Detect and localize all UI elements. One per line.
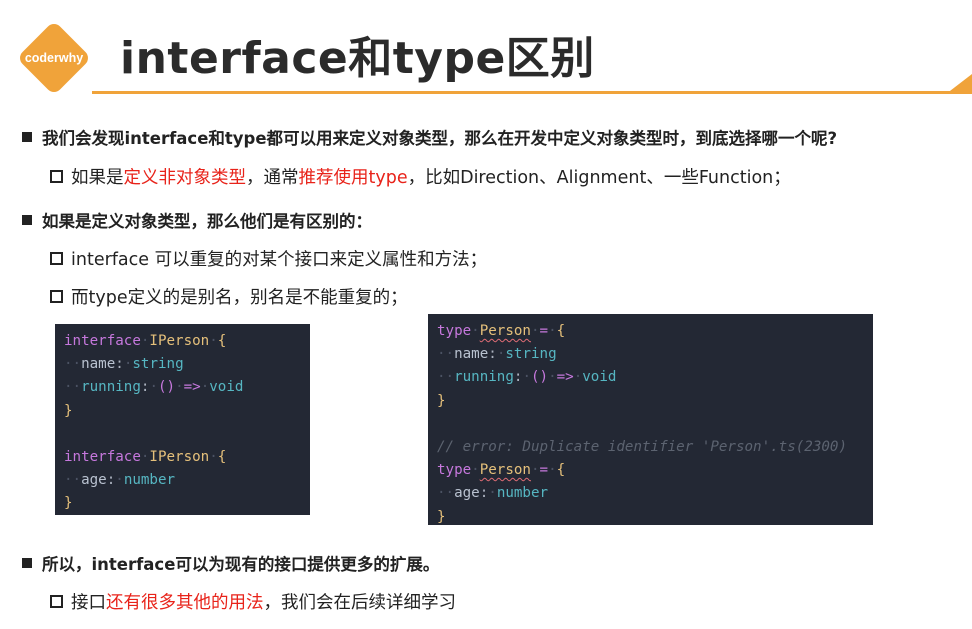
square-bullet-icon bbox=[22, 558, 32, 568]
hollow-square-bullet-icon bbox=[50, 170, 63, 183]
code-block-type: type·Person·=·{ ··name:·string ··running… bbox=[428, 314, 873, 525]
highlight-non-object: 定义非对象类型 bbox=[123, 168, 247, 188]
code-type-name: Person bbox=[479, 323, 531, 339]
subbullet-non-object-mid: ，通常 bbox=[246, 168, 299, 188]
code-line: } bbox=[64, 495, 73, 512]
title-divider bbox=[92, 91, 972, 94]
subbullet-more-usage-post: ，我们会在后续详细学习 bbox=[263, 593, 457, 613]
code-line: } bbox=[437, 508, 446, 525]
subbullet-interface-repeat-text: interface 可以重复的对某个接口来定义属性和方法； bbox=[71, 250, 488, 270]
code-keyword: interface bbox=[64, 333, 141, 349]
code-prop: running bbox=[81, 379, 141, 396]
code-line: type·Person·=·{ bbox=[437, 462, 566, 479]
code-type-name: IPerson bbox=[149, 333, 210, 349]
code-line: ··running:·()·=>·void bbox=[437, 369, 617, 386]
subbullet-non-object-pre: 如果是 bbox=[71, 168, 124, 188]
bullet-conclusion-text: 所以，interface可以为现有的接口提供更多的扩展。 bbox=[42, 555, 440, 574]
code-prop: name bbox=[81, 356, 116, 373]
code-line: ··age:·number bbox=[64, 472, 176, 489]
subbullet-non-object-post: ，比如Direction、Alignment、一些Function； bbox=[407, 168, 791, 188]
subbullet-more-usage: 接口 还有很多其他的用法 ，我们会在后续详细学习 bbox=[50, 589, 456, 614]
hollow-square-bullet-icon bbox=[50, 595, 63, 608]
subbullet-non-object: 如果是 定义非对象类型 ，通常 推荐使用type ，比如Direction、Al… bbox=[50, 164, 791, 189]
code-line: } bbox=[64, 402, 73, 419]
code-line: interface·IPerson·{ bbox=[64, 333, 227, 349]
bullet-object-difference: 如果是定义对象类型，那么他们是有区别的： bbox=[22, 208, 372, 232]
highlight-recommend-type: 推荐使用type bbox=[298, 168, 408, 188]
subbullet-type-alias: 而type定义的是别名，别名是不能重复的； bbox=[50, 284, 408, 309]
code-block-interface: interface·IPerson·{ ··name:·string ··run… bbox=[55, 324, 310, 515]
code-line: type·Person·=·{ bbox=[437, 323, 566, 339]
code-brace: { bbox=[217, 333, 227, 349]
hollow-square-bullet-icon bbox=[50, 252, 63, 265]
code-line: ··age:·number bbox=[437, 485, 549, 502]
code-line: // error: Duplicate identifier 'Person'.… bbox=[428, 436, 873, 459]
hollow-square-bullet-icon bbox=[50, 290, 63, 303]
bullet-conclusion: 所以，interface可以为现有的接口提供更多的扩展。 bbox=[22, 551, 439, 575]
code-line: ··running:·()·=>·void bbox=[64, 379, 244, 396]
code-primitive: string bbox=[132, 356, 184, 373]
code-line: ··name:·string bbox=[64, 356, 184, 373]
coderwhy-logo: coderwhy bbox=[12, 16, 96, 100]
code-comment: // error: Duplicate identifier 'Person'.… bbox=[437, 438, 847, 455]
code-line: ··name:·string bbox=[437, 346, 557, 363]
square-bullet-icon bbox=[22, 132, 32, 142]
bullet-question-text: 我们会发现interface和type都可以用来定义对象类型，那么在开发中定义对… bbox=[42, 129, 838, 148]
subbullet-interface-repeat: interface 可以重复的对某个接口来定义属性和方法； bbox=[50, 246, 487, 271]
square-bullet-icon bbox=[22, 215, 32, 225]
code-keyword: type bbox=[437, 323, 472, 339]
bullet-object-difference-text: 如果是定义对象类型，那么他们是有区别的： bbox=[42, 212, 372, 231]
code-line: } bbox=[437, 392, 446, 409]
corner-triangle-decoration bbox=[946, 74, 972, 94]
subbullet-type-alias-text: 而type定义的是别名，别名是不能重复的； bbox=[71, 288, 408, 308]
bullet-question: 我们会发现interface和type都可以用来定义对象类型，那么在开发中定义对… bbox=[22, 125, 837, 149]
highlight-more-usage: 还有很多其他的用法 bbox=[106, 593, 264, 613]
code-line: interface·IPerson·{ bbox=[64, 448, 227, 465]
subbullet-more-usage-pre: 接口 bbox=[71, 593, 106, 613]
page-title: interface和type区别 bbox=[120, 33, 595, 84]
logo-text: coderwhy bbox=[24, 51, 84, 65]
